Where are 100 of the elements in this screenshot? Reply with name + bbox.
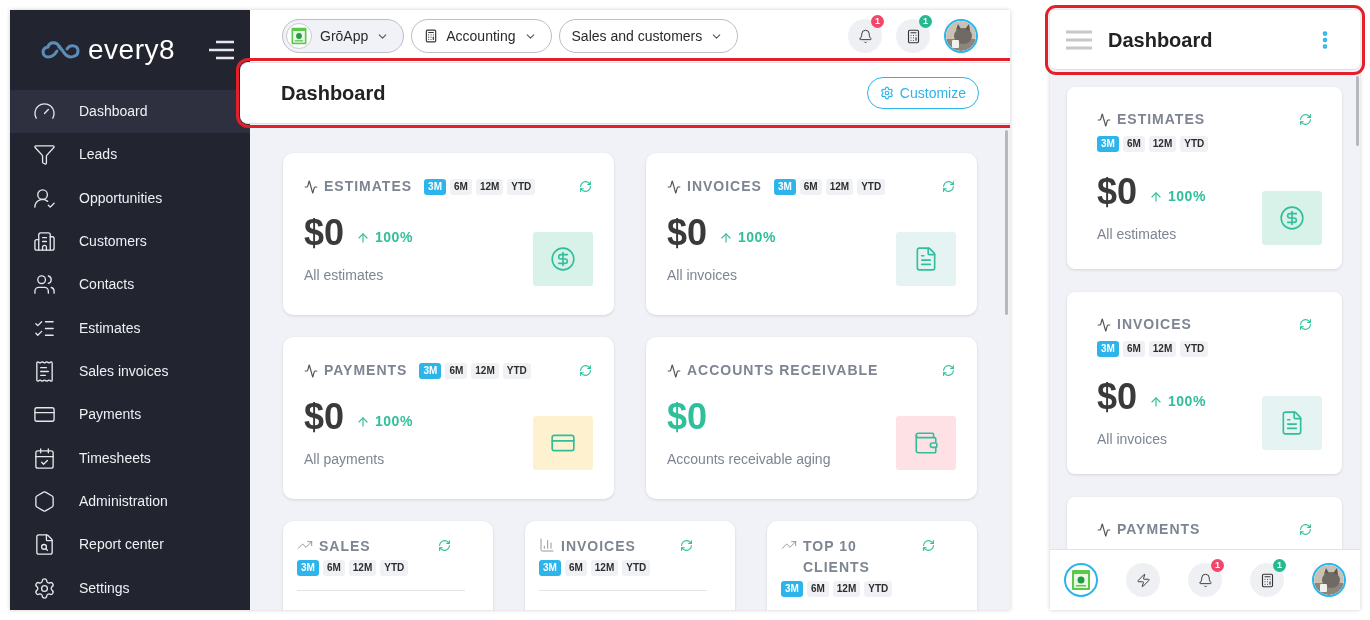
- document-search-icon: [33, 533, 56, 557]
- change-percent: 100%: [375, 228, 413, 247]
- period-tab[interactable]: 6M: [1122, 341, 1145, 357]
- card-title: PAYMENTS: [1117, 520, 1201, 539]
- period-tab[interactable]: 6M: [799, 178, 822, 195]
- receipt-icon: [33, 360, 56, 384]
- period-tab[interactable]: 6M: [564, 560, 587, 576]
- sidebar-item[interactable]: Administration: [10, 479, 250, 524]
- pulse-icon: [667, 179, 681, 194]
- pulse-icon: [1097, 112, 1111, 127]
- pulse-icon: [1097, 317, 1111, 332]
- period-tab[interactable]: 6M: [322, 560, 345, 576]
- refresh-icon[interactable]: [942, 364, 955, 377]
- card-caption: All estimates: [1097, 225, 1178, 244]
- refresh-icon[interactable]: [1299, 113, 1312, 126]
- card-caption: All payments: [304, 450, 386, 469]
- page-title: Dashboard: [281, 81, 386, 106]
- period-tab[interactable]: YTD: [864, 581, 893, 597]
- sidebar-item[interactable]: Sales invoices: [10, 349, 250, 394]
- bell-icon: [857, 28, 873, 44]
- refresh-icon[interactable]: [579, 364, 592, 377]
- hexagon-icon: [33, 490, 56, 514]
- card-title: PAYMENTS: [324, 361, 408, 380]
- sidebar-item[interactable]: Dashboard: [10, 89, 250, 134]
- change-percent: 100%: [375, 412, 413, 431]
- avatar-button[interactable]: [1312, 563, 1346, 597]
- period-tab[interactable]: 12M: [832, 581, 861, 597]
- bell-icon: [1197, 572, 1213, 588]
- period-tab[interactable]: YTD: [380, 560, 409, 576]
- sidebar-item[interactable]: Payments: [10, 393, 250, 437]
- period-tab[interactable]: 6M: [1122, 136, 1145, 152]
- card-title: INVOICES: [561, 537, 637, 556]
- refresh-icon[interactable]: [1299, 318, 1312, 331]
- period-tab[interactable]: 6M: [450, 178, 472, 195]
- period-tab[interactable]: 12M: [825, 178, 854, 195]
- card-title: ESTIMATES: [324, 177, 413, 196]
- card-title: ACCOUNTS RECEIVABLE: [687, 361, 879, 380]
- amount: $0: [667, 397, 708, 437]
- period-tab[interactable]: YTD: [502, 362, 531, 379]
- card-caption: All invoices: [1097, 430, 1169, 449]
- period-tab[interactable]: YTD: [1180, 136, 1209, 152]
- refresh-icon[interactable]: [579, 180, 592, 193]
- period-tab[interactable]: 12M: [348, 560, 377, 576]
- building-icon: [33, 230, 56, 253]
- period-tab[interactable]: 12M: [1148, 136, 1177, 152]
- avatar-button[interactable]: [944, 19, 978, 53]
- pulse-icon: [304, 363, 318, 378]
- change-percent: 100%: [1168, 392, 1206, 411]
- card-title: INVOICES: [687, 177, 762, 196]
- menu-dropdown[interactable]: Accounting: [411, 19, 552, 53]
- pulse-icon: [1097, 522, 1111, 537]
- period-tab[interactable]: 12M: [475, 178, 504, 195]
- sidebar-item[interactable]: Customers: [10, 219, 250, 264]
- refresh-icon[interactable]: [438, 539, 451, 552]
- card-title: INVOICES: [1117, 315, 1192, 334]
- sidebar-item[interactable]: Opportunities: [10, 176, 250, 220]
- logo-text: every8: [88, 35, 176, 64]
- wallet-icon: [913, 430, 939, 456]
- gear-icon: [879, 86, 894, 100]
- pulse-icon: [304, 179, 318, 194]
- sidebar-item[interactable]: Report center: [10, 523, 250, 567]
- period-tab[interactable]: 6M: [445, 362, 468, 379]
- period-tab[interactable]: 12M: [590, 560, 619, 576]
- sidebar-item[interactable]: Contacts: [10, 263, 250, 307]
- period-tab[interactable]: YTD: [1180, 341, 1209, 357]
- period-tab[interactable]: YTD: [622, 560, 651, 576]
- lightning-icon: [1135, 572, 1151, 588]
- quick-actions-button[interactable]: [1126, 563, 1160, 597]
- sidebar-item[interactable]: Estimates: [10, 306, 250, 350]
- app-window-icon: [289, 26, 309, 46]
- change-percent: 100%: [738, 228, 776, 247]
- count-badge: 1: [1211, 559, 1224, 572]
- refresh-icon[interactable]: [680, 539, 693, 552]
- card-caption: All estimates: [304, 266, 385, 285]
- sidebar-item[interactable]: Settings: [10, 566, 250, 610]
- period-tab[interactable]: 6M: [806, 581, 829, 597]
- menu-dropdown[interactable]: GrōApp: [282, 19, 405, 53]
- amount: $0: [1097, 377, 1138, 417]
- logo-icon: [40, 38, 82, 61]
- card-caption: Accounts receivable aging: [667, 450, 831, 469]
- users-icon: [33, 273, 56, 297]
- sidebar-item[interactable]: Leads: [10, 133, 250, 177]
- count-badge: 1: [871, 15, 884, 28]
- refresh-icon[interactable]: [922, 539, 935, 552]
- refresh-icon[interactable]: [942, 180, 955, 193]
- menu-icon[interactable]: [208, 39, 234, 60]
- card-title: SALES: [319, 537, 372, 556]
- period-tab[interactable]: YTD: [857, 178, 886, 195]
- period-tab[interactable]: 12M: [471, 362, 499, 379]
- amount: $0: [667, 213, 708, 253]
- refresh-icon[interactable]: [1299, 523, 1312, 536]
- app-button[interactable]: [1064, 563, 1098, 597]
- card-title: TOP 10 CLIENTS: [803, 537, 871, 577]
- period-tab[interactable]: YTD: [507, 178, 536, 195]
- scrollbar: [1356, 76, 1359, 146]
- change-percent: 100%: [1168, 187, 1206, 206]
- amount: $0: [304, 213, 345, 253]
- period-tab[interactable]: 12M: [1148, 341, 1177, 357]
- card-caption: All invoices: [667, 266, 739, 285]
- sidebar-item[interactable]: Timesheets: [10, 436, 250, 480]
